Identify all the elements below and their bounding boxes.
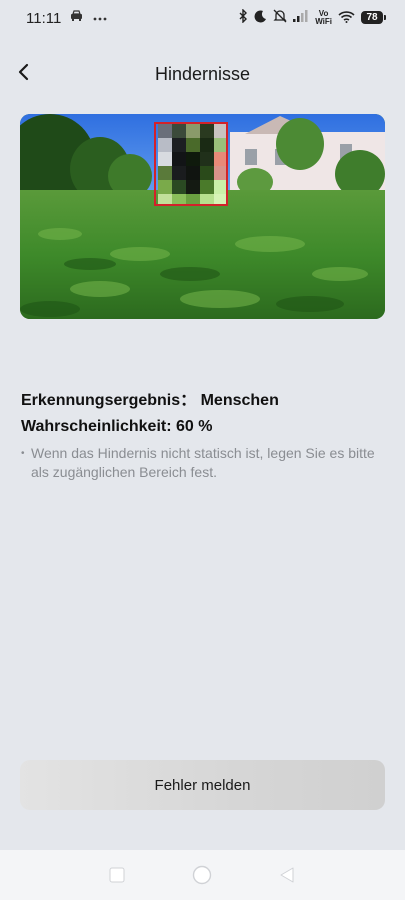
more-dots-icon (93, 10, 107, 24)
hint-text: • Wenn das Hindernis nicht statisch ist,… (21, 444, 393, 482)
probability-value: Wahrscheinlichkeit: 60 % (21, 418, 213, 435)
recent-apps-button[interactable] (106, 864, 128, 886)
status-time: 11:11 (26, 10, 62, 27)
page-title: Hindernisse (154, 64, 251, 84)
battery-icon: 78 (361, 11, 386, 24)
system-nav-bar (0, 850, 405, 900)
detection-box (154, 122, 228, 206)
status-bar: 11:11 Vo WiFi 78 (0, 0, 405, 36)
wifi-icon (338, 10, 355, 26)
mute-icon (273, 9, 287, 26)
back-nav-button[interactable] (276, 864, 298, 886)
detection-result: Erkennungsergebnis： Menschen Wahrscheinl… (21, 386, 391, 444)
recognition-result: Erkennungsergebnis： Menschen (21, 392, 279, 409)
circle-icon (192, 865, 212, 885)
obstacle-photo (20, 114, 385, 319)
battery-level: 78 (366, 12, 378, 23)
moon-icon (254, 9, 267, 26)
triangle-back-icon (280, 867, 294, 883)
car-icon (70, 10, 83, 24)
vowifi-label: Vo WiFi (315, 8, 332, 26)
report-error-button[interactable]: Fehler melden (20, 760, 385, 810)
signal-icon (293, 10, 309, 25)
hint-message: Wenn das Hindernis nicht statisch ist, l… (31, 445, 375, 480)
home-button[interactable] (191, 864, 213, 886)
bluetooth-icon (238, 8, 248, 26)
square-icon (109, 867, 125, 883)
header: Hindernisse (0, 52, 405, 96)
hint-bullet: • (21, 448, 25, 459)
